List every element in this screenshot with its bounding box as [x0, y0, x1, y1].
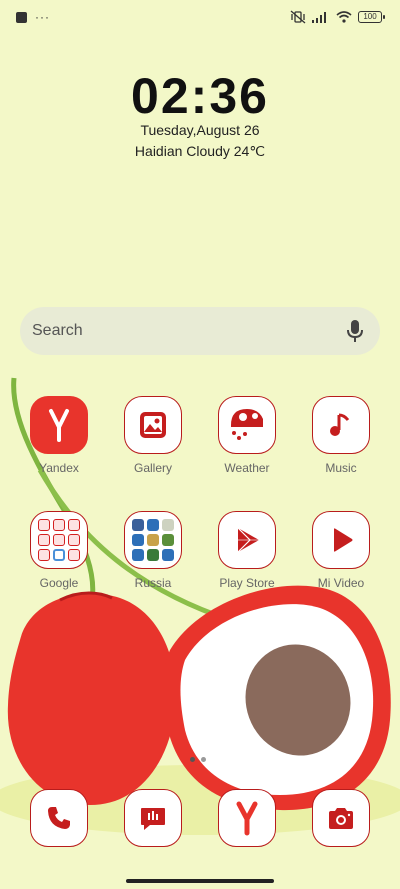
app-music[interactable]: Music	[301, 396, 381, 475]
app-play-store[interactable]: Play Store	[207, 511, 287, 590]
app-label: Music	[325, 461, 357, 475]
camera-icon	[312, 789, 370, 847]
app-label: Gallery	[133, 461, 172, 475]
home-indicator[interactable]	[126, 879, 274, 883]
app-mi-video[interactable]: Mi Video	[301, 511, 381, 590]
gallery-icon	[124, 396, 182, 454]
signal-icon	[312, 12, 326, 23]
google-folder-icon	[30, 511, 88, 569]
dock-yandex-browser[interactable]	[218, 789, 276, 847]
microphone-icon[interactable]	[346, 319, 364, 343]
yandex-icon	[30, 396, 88, 454]
search-bar[interactable]: Search	[20, 307, 380, 355]
dock-camera[interactable]	[312, 789, 370, 847]
yandex-browser-icon	[218, 789, 276, 847]
weather-icon	[218, 396, 276, 454]
messages-icon	[124, 789, 182, 847]
russia-folder-icon	[124, 511, 182, 569]
app-label: Mi Video	[317, 576, 365, 590]
app-weather[interactable]: Weather	[207, 396, 287, 475]
mi-video-icon	[312, 511, 370, 569]
app-label: Weather	[224, 461, 270, 475]
weather-text[interactable]: Haidian Cloudy 24℃	[0, 143, 400, 160]
app-yandex[interactable]: Yandex	[19, 396, 99, 475]
dock-phone[interactable]	[30, 789, 88, 847]
dock-messages[interactable]	[124, 789, 182, 847]
app-folder-google[interactable]: Google	[19, 511, 99, 590]
vibrate-icon	[290, 10, 306, 24]
app-label: Play Store	[219, 576, 275, 590]
music-icon	[312, 396, 370, 454]
page-dot	[201, 757, 206, 762]
clock-time[interactable]: 02:36	[0, 68, 400, 124]
status-bar: ··· 100	[0, 0, 400, 36]
app-label: Russia	[134, 576, 172, 590]
notification-icon	[16, 11, 27, 23]
app-folder-russia[interactable]: Russia	[113, 511, 193, 590]
page-dot-active	[190, 757, 195, 762]
clock-date: Tuesday,August 26	[140, 122, 260, 138]
more-notifications-icon: ···	[35, 10, 50, 24]
battery-icon: 100	[358, 11, 385, 23]
app-label: Google	[39, 576, 79, 590]
app-gallery[interactable]: Gallery	[113, 396, 193, 475]
page-indicator[interactable]	[190, 757, 206, 762]
phone-icon	[30, 789, 88, 847]
play-store-icon	[218, 511, 276, 569]
search-placeholder: Search	[32, 322, 83, 339]
app-label: Yandex	[39, 461, 79, 475]
wifi-icon	[336, 11, 352, 23]
